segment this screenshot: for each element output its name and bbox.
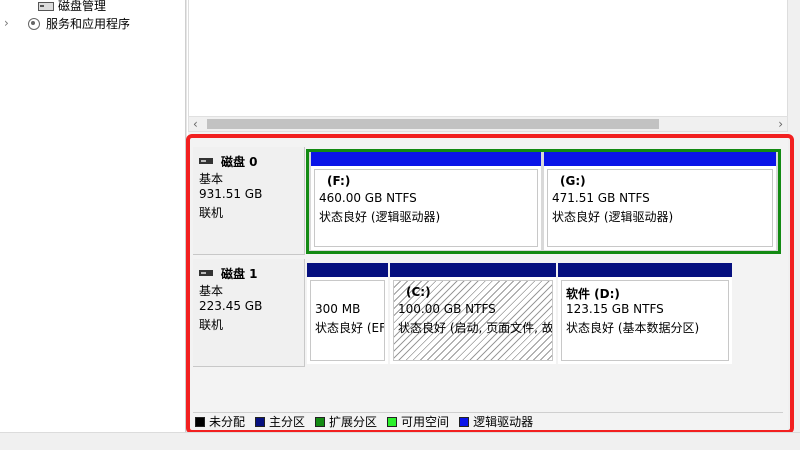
tree-item-disk-management[interactable]: 磁盘管理 (38, 0, 106, 14)
partition-size: 471.51 GB NTFS (552, 191, 650, 205)
disk-status: 联机 (199, 206, 224, 220)
legend-swatch (315, 416, 326, 427)
disk-size: 931.51 GB (199, 187, 263, 201)
legend-item-logical-drive: 逻辑驱动器 (459, 413, 533, 430)
legend-swatch (387, 416, 398, 427)
partition-name: (G:) (560, 174, 586, 188)
right-gutter (788, 0, 800, 432)
partition-d[interactable]: 软件 (D:) 123.15 GB NTFS 状态良好 (基本数据分区) (558, 263, 732, 364)
partition-size: 100.00 GB NTFS (398, 302, 496, 316)
legend-item-free-space: 可用空间 (387, 413, 449, 430)
scroll-left-icon[interactable]: ‹ (193, 117, 198, 131)
partition-c[interactable]: (C:) 100.00 GB NTFS 状态良好 (启动, 页面文件, 故 (390, 263, 556, 364)
partition-bar (307, 263, 388, 277)
scrollbar-thumb[interactable] (207, 119, 659, 129)
partition-size: 460.00 GB NTFS (319, 191, 417, 205)
tree-item-services[interactable]: › 服务和应用程序 (4, 14, 130, 32)
partition-status: 状态良好 (EF (315, 321, 385, 335)
services-icon (26, 16, 40, 30)
legend-label: 主分区 (269, 415, 306, 429)
horizontal-scrollbar[interactable]: ‹ › (188, 116, 788, 132)
disk-0-label[interactable]: 磁盘 0 基本 931.51 GB 联机 (193, 147, 305, 255)
disk-1-label[interactable]: 磁盘 1 基本 223.45 GB 联机 (193, 259, 305, 367)
legend-label: 可用空间 (401, 415, 450, 429)
partition-g[interactable]: (G:) 471.51 GB NTFS 状态良好 (逻辑驱动器) (544, 152, 776, 250)
partition-f[interactable]: (F:) 460.00 GB NTFS 状态良好 (逻辑驱动器) (311, 152, 541, 250)
legend-swatch (255, 416, 266, 427)
partition-efi[interactable]: 300 MB 状态良好 (EF (307, 263, 388, 364)
scroll-right-icon[interactable]: › (778, 117, 783, 131)
legend-label: 逻辑驱动器 (473, 415, 534, 429)
legend-swatch (459, 416, 470, 427)
partition-bar (558, 263, 732, 277)
partition-size: 300 MB (315, 302, 361, 316)
legend-item-unallocated: 未分配 (195, 413, 245, 430)
chevron-right-icon[interactable]: › (4, 16, 14, 30)
partition-status: 状态良好 (逻辑驱动器) (552, 210, 674, 224)
volume-list-pane (188, 0, 788, 116)
partition-name: (C:) (406, 285, 431, 299)
disk-size: 223.45 GB (199, 299, 263, 313)
partition-status: 状态良好 (启动, 页面文件, 故 (398, 321, 553, 335)
disk-icon (199, 157, 213, 167)
legend-item-primary: 主分区 (255, 413, 305, 430)
disk-status: 联机 (199, 318, 224, 332)
legend: 未分配 主分区 扩展分区 可用空间 逻辑驱动器 (193, 412, 783, 430)
legend-item-extended: 扩展分区 (315, 413, 377, 430)
disk-management-icon (38, 0, 54, 11)
disk-type: 基本 (199, 284, 224, 298)
partition-name: (F:) (327, 174, 351, 188)
disk-name: 磁盘 0 (221, 155, 258, 169)
tree-item-label: 磁盘管理 (58, 0, 107, 13)
tree-item-label: 服务和应用程序 (46, 16, 131, 31)
partition-status: 状态良好 (逻辑驱动器) (319, 210, 441, 224)
disk-management-window: 磁盘管理 › 服务和应用程序 ‹ › 磁盘 0 基本 931.51 GB 联机 … (0, 0, 800, 450)
pane-splitter[interactable] (185, 0, 187, 432)
partition-name: 软件 (D:) (566, 287, 620, 301)
disk-icon (199, 269, 213, 279)
legend-swatch (195, 416, 205, 427)
partition-status: 状态良好 (基本数据分区) (566, 321, 700, 335)
disk-name: 磁盘 1 (221, 267, 258, 281)
status-bar (0, 432, 800, 450)
partition-bar (390, 263, 556, 277)
partition-size: 123.15 GB NTFS (566, 302, 664, 316)
partition-bar (544, 152, 776, 166)
legend-label: 扩展分区 (329, 415, 378, 429)
partition-bar (311, 152, 541, 166)
navigation-tree: 磁盘管理 › 服务和应用程序 (0, 0, 185, 432)
disk-type: 基本 (199, 172, 224, 186)
legend-label: 未分配 (209, 415, 246, 429)
